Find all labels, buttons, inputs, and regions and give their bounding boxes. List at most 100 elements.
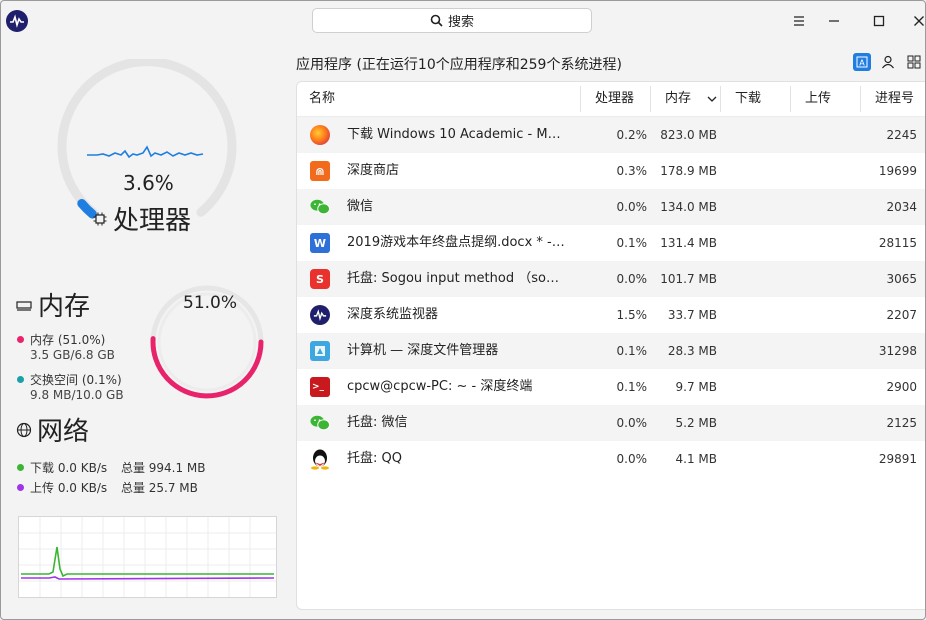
memory-label: 内存 (51.0%) <box>30 333 106 347</box>
maximize-icon <box>873 15 885 27</box>
search-label: 搜索 <box>447 15 474 30</box>
process-mem: 823.0 MB <box>660 128 717 142</box>
minimize-icon <box>829 20 839 22</box>
swap-detail: 9.8 MB/10.0 GB <box>30 388 124 402</box>
process-pid: 2125 <box>886 416 917 430</box>
app-window: 搜索 3.6% 处理器 内存 内存 (51.0%) 3.5 GB/6.8 GB … <box>0 0 926 620</box>
process-cpu: 0.1% <box>616 344 648 358</box>
process-name: 托盘: QQ <box>347 451 402 466</box>
memory-detail: 3.5 GB/6.8 GB <box>30 348 115 362</box>
process-cpu: 0.1% <box>616 380 648 394</box>
search-icon <box>430 14 443 27</box>
table-row[interactable]: 托盘: QQ 0.0% 4.1 MB 29891 <box>297 441 925 477</box>
user-view-button[interactable] <box>879 53 897 71</box>
table-row[interactable]: S 托盘: Sogou input method （sogo… 0.0% 101.7 … <box>297 261 925 297</box>
process-pid: 19699 <box>878 164 917 178</box>
process-name: 微信 <box>347 199 374 214</box>
upload-total: 总量 25.7 MB <box>120 481 198 495</box>
column-upload[interactable]: 上传 <box>805 82 831 116</box>
app-view-icon: A <box>856 56 868 68</box>
swap-legend: 交换空间 (0.1%) 9.8 MB/10.0 GB <box>17 373 124 403</box>
process-mem: 28.3 MB <box>667 344 717 358</box>
process-name: 下载 Windows 10 Academic - Mozil… <box>347 127 567 142</box>
process-pid: 2034 <box>886 200 917 214</box>
download-line <box>21 546 274 578</box>
globe-icon <box>16 422 32 437</box>
process-cpu: 1.5% <box>616 308 648 322</box>
upload-rate: 上传 0.0 KB/s <box>30 481 108 495</box>
network-section-title: 网络 <box>16 411 89 448</box>
download-total: 总量 994.1 MB <box>120 461 206 475</box>
column-download[interactable]: 下载 <box>735 82 761 116</box>
grid-view-icon <box>907 55 921 69</box>
process-cpu: 0.1% <box>616 236 648 250</box>
process-view-button[interactable] <box>905 53 923 71</box>
table-row[interactable]: ⋒ 深度商店 0.3% 178.9 MB 19699 <box>297 153 925 189</box>
table-row[interactable]: W 2019游戏本年终盘点提纲.docx * - … 0.1% 131.4 MB 281… <box>297 225 925 261</box>
app-view-button[interactable]: A <box>853 53 871 71</box>
qq-icon <box>310 449 330 470</box>
column-pid[interactable]: 进程号 <box>875 82 914 116</box>
cpu-title-label: 处理器 <box>113 206 192 236</box>
process-mem: 134.0 MB <box>660 200 717 214</box>
process-name: 托盘: Sogou input method （sogo… <box>347 271 567 286</box>
process-cpu: 0.0% <box>616 416 648 430</box>
wechat-icon <box>310 197 330 217</box>
sogou-icon: S <box>310 269 330 289</box>
wps-writer-icon: W <box>310 233 330 253</box>
upload-dot <box>17 484 24 491</box>
swap-dot <box>17 376 24 383</box>
close-icon <box>914 16 924 26</box>
process-pid: 29891 <box>878 452 917 466</box>
cpu-chip-icon <box>93 212 107 225</box>
close-button[interactable] <box>909 11 925 31</box>
svg-text:A: A <box>859 59 865 68</box>
process-cpu: 0.2% <box>616 128 648 142</box>
upload-stat: 上传 0.0 KB/s 总量 25.7 MB <box>17 479 198 496</box>
table-row[interactable]: 计算机 — 深度文件管理器 0.1% 28.3 MB 31298 <box>297 333 925 369</box>
menu-button[interactable] <box>789 11 809 31</box>
user-icon <box>882 55 894 69</box>
process-cpu: 0.3% <box>616 164 648 178</box>
system-monitor-app-icon <box>6 10 28 32</box>
process-mem: 5.2 MB <box>675 416 717 430</box>
table-row[interactable]: 托盘: 微信 0.0% 5.2 MB 2125 <box>297 405 925 441</box>
network-title-label: 网络 <box>37 417 90 447</box>
memory-title-label: 内存 <box>38 292 91 322</box>
table-row[interactable]: 微信 0.0% 134.0 MB 2034 <box>297 189 925 225</box>
table-header: 名称 处理器 内存 下载 上传 进程号 <box>297 82 925 117</box>
column-memory[interactable]: 内存 <box>665 82 691 116</box>
process-pid: 2207 <box>886 308 917 322</box>
process-cpu: 0.0% <box>616 272 648 286</box>
column-name[interactable]: 名称 <box>309 82 335 116</box>
process-name: 2019游戏本年终盘点提纲.docx * - … <box>347 235 567 250</box>
upload-line <box>21 576 275 580</box>
process-mem: 33.7 MB <box>667 308 717 322</box>
process-name: 托盘: 微信 <box>347 415 408 430</box>
sort-desc-icon <box>707 96 717 102</box>
page-title: 应用程序 (正在运行10个应用程序和259个系统进程) <box>296 57 622 73</box>
process-name: cpcw@cpcw-PC: ~ - 深度终端 <box>347 379 533 394</box>
download-rate: 下载 0.0 KB/s <box>30 461 108 475</box>
column-cpu[interactable]: 处理器 <box>595 82 634 116</box>
maximize-button[interactable] <box>869 11 889 31</box>
memory-dot <box>17 336 24 343</box>
process-name: 计算机 — 深度文件管理器 <box>347 343 499 358</box>
firefox-icon <box>310 125 330 145</box>
search-input[interactable]: 搜索 <box>312 8 592 33</box>
process-mem: 101.7 MB <box>660 272 717 286</box>
process-cpu: 0.0% <box>616 452 648 466</box>
process-pid: 28115 <box>878 236 917 250</box>
deepin-store-icon: ⋒ <box>310 161 330 181</box>
cpu-wave-line <box>87 145 204 159</box>
table-row[interactable]: >_ cpcw@cpcw-PC: ~ - 深度终端 0.1% 9.7 MB 2900 <box>297 369 925 405</box>
process-table: 名称 处理器 内存 下载 上传 进程号 下载 Windows 10 Academ… <box>296 81 925 610</box>
minimize-button[interactable] <box>824 11 844 31</box>
process-mem: 9.7 MB <box>675 380 717 394</box>
process-mem: 4.1 MB <box>675 452 717 466</box>
table-row[interactable]: 深度系统监视器 1.5% 33.7 MB 2207 <box>297 297 925 333</box>
process-name: 深度商店 <box>347 163 400 178</box>
table-row[interactable]: 下载 Windows 10 Academic - Mozil… 0.2% 823.0… <box>297 117 925 153</box>
menu-icon <box>794 16 804 26</box>
process-cpu: 0.0% <box>616 200 648 214</box>
